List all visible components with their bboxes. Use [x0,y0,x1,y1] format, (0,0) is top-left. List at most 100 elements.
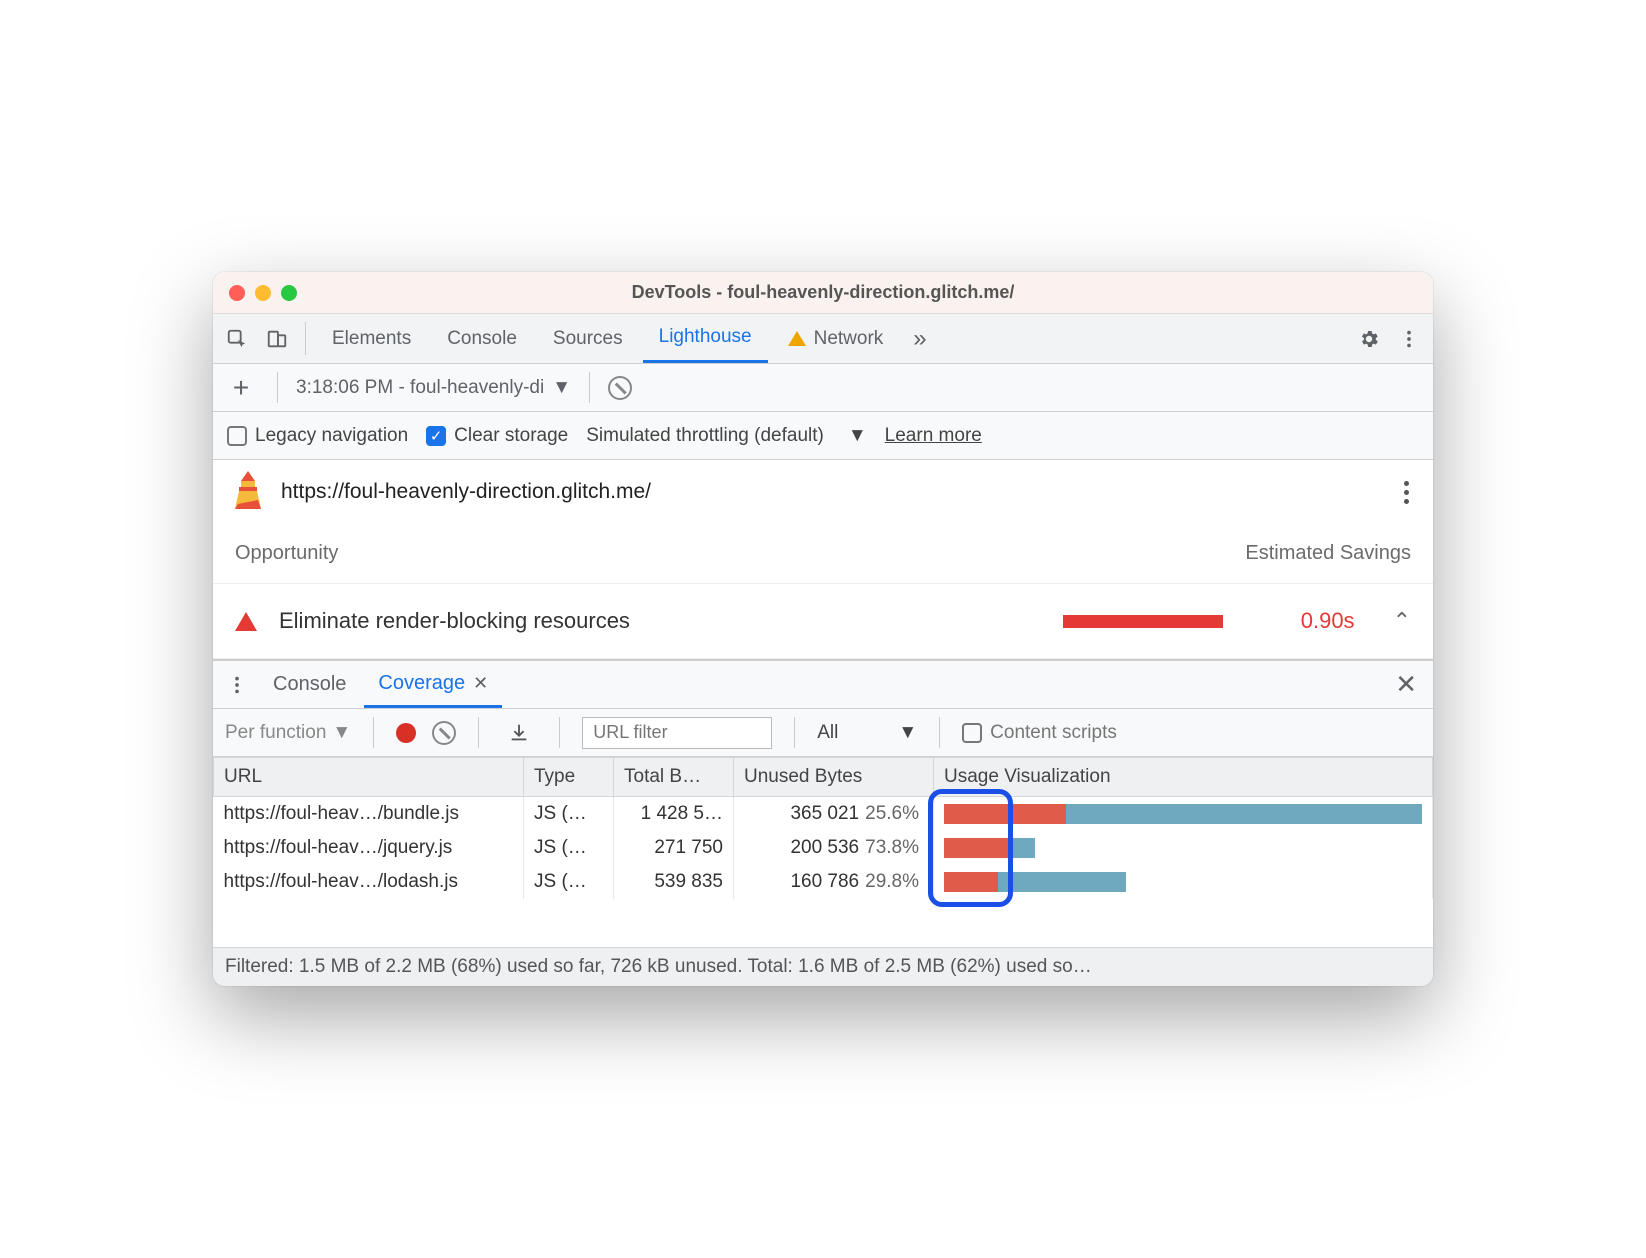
checkbox-checked-icon [426,426,446,446]
close-tab-icon[interactable]: ✕ [473,673,488,694]
new-report-button[interactable]: + [223,370,259,406]
run-selector[interactable]: 3:18:06 PM - foul-heavenly-di ▼ [296,377,571,399]
col-total[interactable]: Total B… [614,758,734,797]
clear-storage-label: Clear storage [454,425,568,447]
clear-coverage-icon[interactable] [432,721,456,745]
content-scripts-checkbox[interactable]: Content scripts [962,722,1117,744]
dropdown-caret-icon: ▼ [898,722,917,744]
kebab-menu-icon[interactable] [1391,321,1427,357]
separator [277,372,278,403]
record-button[interactable] [396,723,416,743]
col-unused[interactable]: Unused Bytes [734,758,934,797]
legacy-navigation-checkbox[interactable]: Legacy navigation [227,425,408,447]
legacy-navigation-label: Legacy navigation [255,425,408,447]
coverage-status-bar: Filtered: 1.5 MB of 2.2 MB (68%) used so… [213,947,1433,986]
url-filter-input[interactable] [582,717,772,749]
report-url-row: https://foul-heavenly-direction.glitch.m… [213,460,1433,524]
cell-unused: 160 78629.8% [734,865,934,899]
lighthouse-options-bar: Legacy navigation Clear storage Simulate… [213,412,1433,460]
separator [559,717,560,748]
devtools-window: DevTools - foul-heavenly-direction.glitc… [213,272,1433,986]
type-filter-label: All [817,722,838,744]
separator [373,717,374,748]
col-viz[interactable]: Usage Visualization [934,758,1433,797]
close-drawer-icon[interactable]: ✕ [1385,669,1427,700]
checkbox-icon [227,426,247,446]
separator [939,717,940,748]
drawer-tab-coverage[interactable]: Coverage ✕ [364,661,502,708]
separator [794,717,795,748]
window-title: DevTools - foul-heavenly-direction.glitc… [213,282,1433,303]
cell-total: 271 750 [614,831,734,865]
tab-console[interactable]: Console [431,314,533,363]
table-row[interactable]: https://foul-heav…/bundle.jsJS (…1 428 5… [214,797,1433,832]
run-selector-label: 3:18:06 PM - foul-heavenly-di [296,377,544,399]
panel-tabs: Elements Console Sources Lighthouse Netw… [213,314,1433,364]
tab-lighthouse[interactable]: Lighthouse [643,314,768,363]
cell-total: 539 835 [614,865,734,899]
drawer-menu-icon[interactable] [219,667,255,703]
table-header-row: URL Type Total B… Unused Bytes Usage Vis… [214,758,1433,797]
inspect-element-icon[interactable] [219,321,255,357]
table-row[interactable]: https://foul-heav…/lodash.jsJS (…539 835… [214,865,1433,899]
coverage-table-wrap: URL Type Total B… Unused Bytes Usage Vis… [213,757,1433,947]
type-filter-selector[interactable]: All ▼ [817,722,917,744]
fail-triangle-icon [235,612,257,631]
checkbox-icon [962,723,982,743]
cell-url: https://foul-heav…/lodash.js [214,865,524,899]
drawer-tab-coverage-label: Coverage [378,672,465,695]
throttling-label: Simulated throttling (default) [586,425,824,447]
report-url: https://foul-heavenly-direction.glitch.m… [281,480,651,504]
cell-type: JS (… [524,831,614,865]
separator [589,372,590,403]
dropdown-caret-icon: ▼ [848,425,867,447]
cell-viz [934,797,1433,832]
tab-sources[interactable]: Sources [537,314,639,363]
cell-url: https://foul-heav…/jquery.js [214,831,524,865]
more-tabs-icon[interactable]: » [903,325,936,353]
coverage-toolbar: Per function ▼ All ▼ Content scripts [213,709,1433,757]
table-row[interactable]: https://foul-heav…/jquery.jsJS (…271 750… [214,831,1433,865]
device-toolbar-icon[interactable] [259,321,295,357]
clear-report-icon[interactable] [608,376,632,400]
tab-network[interactable]: Network [772,314,900,363]
savings-bar [1063,615,1223,628]
granularity-label: Per function [225,722,326,744]
opportunity-title: Eliminate render-blocking resources [279,608,1041,634]
drawer-tab-console[interactable]: Console [259,661,360,708]
coverage-table: URL Type Total B… Unused Bytes Usage Vis… [213,757,1433,899]
opportunities-header: Opportunity Estimated Savings [213,524,1433,584]
titlebar: DevTools - foul-heavenly-direction.glitc… [213,272,1433,314]
clear-storage-checkbox[interactable]: Clear storage [426,425,568,447]
dropdown-caret-icon: ▼ [332,722,351,744]
drawer-tabs: Console Coverage ✕ ✕ [213,659,1433,709]
col-type[interactable]: Type [524,758,614,797]
report-menu-icon[interactable] [1398,475,1415,510]
cell-viz [934,831,1433,865]
cell-unused: 365 02125.6% [734,797,934,832]
settings-gear-icon[interactable] [1351,321,1387,357]
cell-type: JS (… [524,797,614,832]
tab-network-label: Network [814,328,884,350]
content-scripts-label: Content scripts [990,722,1117,744]
lighthouse-run-bar: + 3:18:06 PM - foul-heavenly-di ▼ [213,364,1433,412]
learn-more-link[interactable]: Learn more [885,425,982,447]
cell-viz [934,865,1433,899]
cell-total: 1 428 5… [614,797,734,832]
col-url[interactable]: URL [214,758,524,797]
granularity-selector[interactable]: Per function ▼ [225,722,351,744]
opportunity-item[interactable]: Eliminate render-blocking resources 0.90… [213,584,1433,659]
cell-unused: 200 53673.8% [734,831,934,865]
savings-value: 0.90s [1265,608,1355,634]
lighthouse-icon [231,469,265,515]
dropdown-caret-icon: ▼ [552,377,571,399]
opportunity-heading: Opportunity [235,542,338,565]
cell-url: https://foul-heav…/bundle.js [214,797,524,832]
savings-heading: Estimated Savings [1245,542,1411,565]
chevron-up-icon: ⌃ [1393,608,1411,634]
cell-type: JS (… [524,865,614,899]
tab-elements[interactable]: Elements [316,314,427,363]
throttling-selector[interactable]: Simulated throttling (default) ▼ [586,425,866,447]
export-icon[interactable] [501,715,537,751]
separator [478,717,479,748]
